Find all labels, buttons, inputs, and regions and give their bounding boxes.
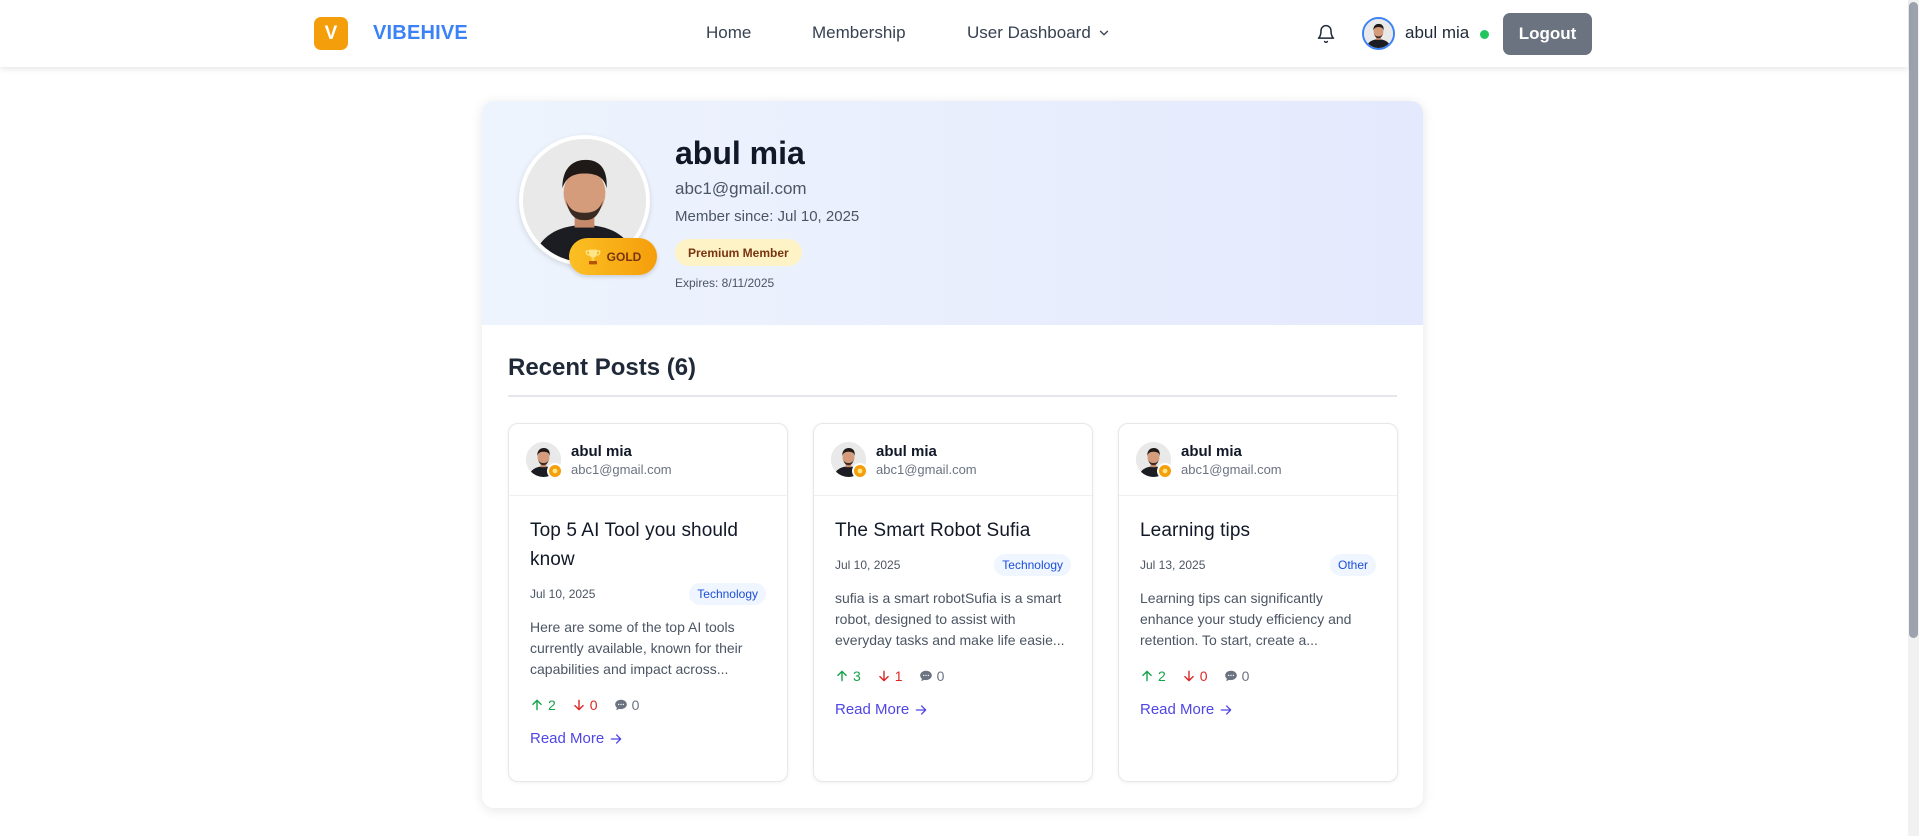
post-author-row: abul mia abc1@gmail.com (1119, 424, 1397, 496)
upvote-stat[interactable]: 3 (835, 668, 861, 684)
profile-card: GOLD abul mia abc1@gmail.com Member sinc… (482, 101, 1423, 808)
premium-member-badge: Premium Member (675, 239, 802, 266)
post-author-row: abul mia abc1@gmail.com (814, 424, 1092, 496)
downvote-count: 1 (894, 668, 903, 684)
post-tag[interactable]: Other (1329, 554, 1376, 576)
post-card: abul mia abc1@gmail.com Learning tips Ju… (1118, 423, 1398, 782)
post-body: Top 5 AI Tool you should know Jul 10, 20… (530, 516, 770, 748)
post-tag[interactable]: Technology (994, 554, 1071, 576)
downvote-stat[interactable]: 0 (572, 697, 598, 713)
downvote-stat[interactable]: 0 (1182, 668, 1208, 684)
upvote-stat[interactable]: 2 (1140, 668, 1166, 684)
badge-icon (547, 463, 563, 479)
scrollbar-thumb[interactable] (1909, 2, 1918, 638)
post-body: The Smart Robot Sufia Jul 10, 2025 Techn… (835, 516, 1075, 719)
nav-username[interactable]: abul mia (1405, 23, 1469, 43)
arrow-down-icon (1184, 670, 1194, 682)
arrow-right-icon (915, 704, 927, 715)
post-meta: Jul 10, 2025 Technology (835, 551, 1071, 579)
post-card: abul mia abc1@gmail.com Top 5 AI Tool yo… (508, 423, 788, 782)
upvote-count: 3 (853, 668, 861, 684)
comment-icon (919, 670, 932, 682)
post-author-email: abc1@gmail.com (571, 462, 672, 477)
post-meta: Jul 10, 2025 Technology (530, 580, 766, 608)
chevron-down-icon (1099, 30, 1108, 36)
read-more-label: Read More (1140, 701, 1215, 718)
nav-membership-link[interactable]: Membership (812, 23, 906, 43)
comment-icon (614, 699, 627, 711)
profile-header: GOLD abul mia abc1@gmail.com Member sinc… (482, 101, 1423, 325)
comment-icon (1224, 670, 1237, 682)
post-card: abul mia abc1@gmail.com The Smart Robot … (813, 423, 1093, 782)
member-since: Member since: Jul 10, 2025 (675, 208, 860, 225)
post-excerpt: Here are some of the top AI tools curren… (530, 619, 743, 677)
comment-stat[interactable]: 0 (614, 697, 640, 713)
post-author-email: abc1@gmail.com (1181, 462, 1282, 477)
read-more-link[interactable]: Read More (1140, 701, 1233, 718)
arrow-right-icon (610, 733, 622, 744)
online-status-indicator (1480, 30, 1489, 39)
brand-name[interactable]: VIBEHIVE (373, 22, 468, 45)
notification-bell-icon[interactable] (1315, 23, 1337, 45)
comment-stat[interactable]: 0 (1224, 668, 1250, 684)
logo-icon[interactable]: V (314, 17, 348, 50)
read-more-label: Read More (835, 701, 910, 718)
post-author-row: abul mia abc1@gmail.com (509, 424, 787, 496)
badge-icon (1157, 463, 1173, 479)
post-author-name: abul mia (1181, 443, 1242, 460)
gold-badge: GOLD (569, 238, 657, 275)
post-title[interactable]: The Smart Robot Sufia (835, 516, 1075, 545)
post-title[interactable]: Top 5 AI Tool you should know (530, 516, 770, 574)
post-date: Jul 10, 2025 (530, 587, 596, 601)
trophy-icon (585, 249, 600, 264)
post-author-email: abc1@gmail.com (876, 462, 977, 477)
read-more-link[interactable]: Read More (530, 730, 623, 747)
upvote-count: 2 (548, 697, 556, 713)
arrow-up-icon (1142, 670, 1152, 682)
upvote-stat[interactable]: 2 (530, 697, 556, 713)
user-avatar[interactable] (1362, 17, 1395, 50)
post-date: Jul 10, 2025 (835, 558, 901, 572)
post-stats: 2 0 0 (530, 694, 770, 716)
profile-name: abul mia (675, 135, 805, 171)
downvote-count: 0 (589, 697, 598, 713)
arrow-up-icon (837, 670, 847, 682)
post-author-name: abul mia (571, 443, 632, 460)
gold-badge-label: GOLD (606, 249, 642, 264)
divider (508, 395, 1397, 397)
top-navbar: V VIBEHIVE Home Membership User Dashboar… (0, 0, 1908, 67)
profile-email: abc1@gmail.com (675, 179, 807, 198)
arrow-right-icon (1220, 704, 1232, 715)
nav-user-dashboard-dropdown[interactable]: User Dashboard (967, 23, 1111, 43)
post-excerpt: sufia is a smart robotSufia is a smart r… (835, 590, 1065, 648)
arrow-up-icon (532, 699, 542, 711)
downvote-count: 0 (1199, 668, 1208, 684)
post-body: Learning tips Jul 13, 2025 Other Learnin… (1140, 516, 1380, 719)
comment-stat[interactable]: 0 (919, 668, 945, 684)
read-more-label: Read More (530, 730, 605, 747)
post-tag[interactable]: Technology (689, 583, 766, 605)
badge-icon (852, 463, 868, 479)
comment-count: 0 (936, 668, 945, 684)
post-excerpt: Learning tips can significantly enhance … (1140, 590, 1352, 648)
membership-expiry: Expires: 8/11/2025 (675, 276, 775, 290)
arrow-down-icon (879, 670, 889, 682)
nav-user-dashboard-label: User Dashboard (967, 23, 1091, 42)
post-stats: 2 0 0 (1140, 665, 1380, 687)
downvote-stat[interactable]: 1 (877, 668, 903, 684)
post-date: Jul 13, 2025 (1140, 558, 1206, 572)
upvote-count: 2 (1158, 668, 1166, 684)
post-stats: 3 1 0 (835, 665, 1075, 687)
logout-button[interactable]: Logout (1503, 13, 1592, 55)
read-more-link[interactable]: Read More (835, 701, 928, 718)
recent-posts-heading: Recent Posts (6) (508, 354, 697, 381)
comment-count: 0 (631, 697, 640, 713)
post-meta: Jul 13, 2025 Other (1140, 551, 1376, 579)
post-author-name: abul mia (876, 443, 937, 460)
nav-home-link[interactable]: Home (706, 23, 751, 43)
comment-count: 0 (1241, 668, 1250, 684)
post-title[interactable]: Learning tips (1140, 516, 1380, 545)
arrow-down-icon (574, 699, 584, 711)
